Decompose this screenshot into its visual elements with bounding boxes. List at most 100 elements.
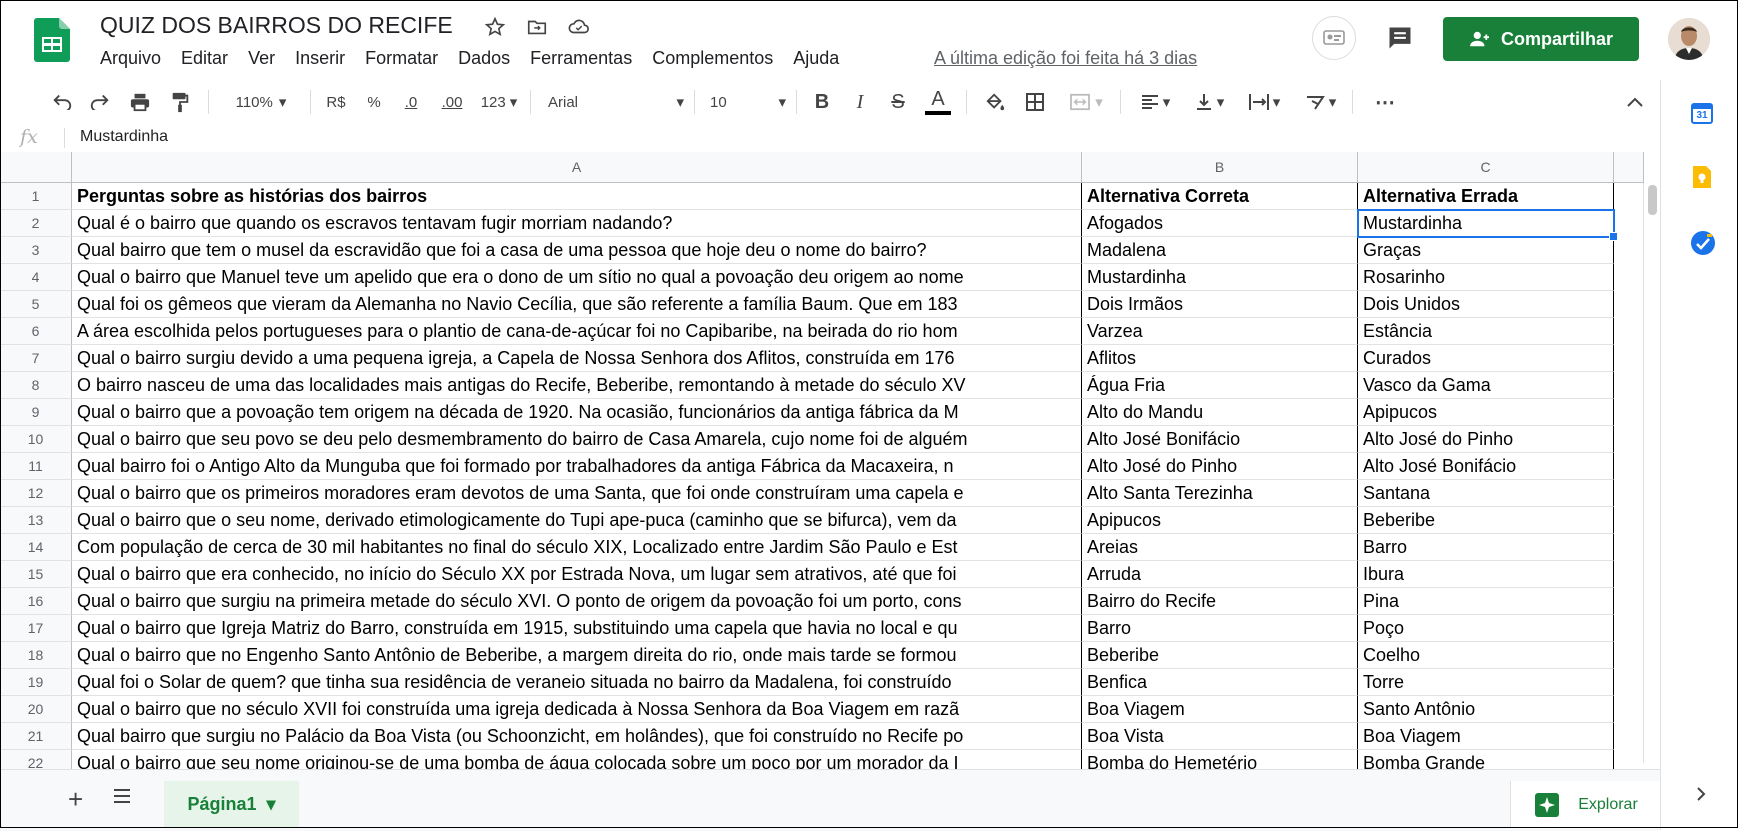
horizontal-align-icon[interactable]: ▾ xyxy=(1132,80,1178,124)
cell-wrong-answer[interactable]: Rosarinho xyxy=(1358,264,1614,291)
cell-wrong-answer[interactable]: Curados xyxy=(1358,345,1614,372)
cell-question[interactable]: Qual o bairro que a povoação tem origem … xyxy=(72,399,1082,426)
menu-editar[interactable]: Editar xyxy=(181,48,228,69)
select-all-corner[interactable] xyxy=(0,152,72,183)
cell-correct-answer[interactable]: Alto José do Pinho xyxy=(1082,453,1358,480)
cell-correct-answer[interactable]: Bomba do Hemetério xyxy=(1082,750,1358,769)
menu-complementos[interactable]: Complementos xyxy=(652,48,773,69)
borders-icon[interactable] xyxy=(1020,80,1050,124)
cell-question[interactable]: Qual o bairro que os primeiros moradores… xyxy=(72,480,1082,507)
row-header[interactable]: 11 xyxy=(0,453,72,480)
cell-correct-answer[interactable]: Beberibe xyxy=(1082,642,1358,669)
column-header-a[interactable]: A xyxy=(72,152,1082,183)
all-sheets-icon[interactable] xyxy=(112,788,132,809)
cell-wrong-answer[interactable]: Pina xyxy=(1358,588,1614,615)
row-header[interactable]: 12 xyxy=(0,480,72,507)
cell-question[interactable]: Qual foi os gêmeos que vieram da Alemanh… xyxy=(72,291,1082,318)
row-header[interactable]: 6 xyxy=(0,318,72,345)
cell-wrong-answer[interactable]: Barro xyxy=(1358,534,1614,561)
more-formats-button[interactable]: 123 ▾ xyxy=(476,80,522,124)
menu-arquivo[interactable]: Arquivo xyxy=(100,48,161,69)
percent-format-button[interactable]: % xyxy=(360,80,388,124)
cell-wrong-answer[interactable]: Graças xyxy=(1358,237,1614,264)
row-header[interactable]: 19 xyxy=(0,669,72,696)
tasks-icon[interactable] xyxy=(1690,230,1716,261)
paint-format-icon[interactable] xyxy=(166,80,194,124)
cell-wrong-answer[interactable]: Torre xyxy=(1358,669,1614,696)
cell-question[interactable]: Qual bairro foi o Antigo Alto da Munguba… xyxy=(72,453,1082,480)
move-folder-icon[interactable] xyxy=(524,14,550,40)
row-header[interactable]: 4 xyxy=(0,264,72,291)
text-color-icon[interactable]: A xyxy=(922,80,954,124)
more-options-icon[interactable]: ⋯ xyxy=(1370,80,1400,124)
row-header[interactable]: 1 xyxy=(0,183,72,210)
row-header[interactable]: 5 xyxy=(0,291,72,318)
sheet-tab-pagina1[interactable]: Página1 ▾ xyxy=(164,781,299,828)
sheets-logo-icon[interactable] xyxy=(34,18,70,62)
cell-question[interactable]: Qual o bairro que seu nome originou-se d… xyxy=(72,750,1082,769)
cell-question[interactable]: Qual o bairro que no Engenho Santo Antôn… xyxy=(72,642,1082,669)
row-header[interactable]: 17 xyxy=(0,615,72,642)
cell-question[interactable]: Qual bairro que surgiu no Palácio da Boa… xyxy=(72,723,1082,750)
cell-wrong-answer[interactable]: Apipucos xyxy=(1358,399,1614,426)
column-header-b[interactable]: B xyxy=(1082,152,1358,183)
currency-format-button[interactable]: R$ xyxy=(320,80,352,124)
meet-present-button[interactable] xyxy=(1312,16,1356,60)
cell-question[interactable]: Qual o bairro que no século XVII foi con… xyxy=(72,696,1082,723)
cell-correct-answer[interactable]: Bairro do Recife xyxy=(1082,588,1358,615)
menu-dados[interactable]: Dados xyxy=(458,48,510,69)
last-edit-link[interactable]: A última edição foi feita há 3 dias xyxy=(934,48,1197,69)
cell-wrong-answer[interactable]: Beberibe xyxy=(1358,507,1614,534)
share-button[interactable]: Compartilhar xyxy=(1443,17,1639,61)
cell-correct-answer[interactable]: Apipucos xyxy=(1082,507,1358,534)
row-header[interactable]: 18 xyxy=(0,642,72,669)
cell-correct-answer[interactable]: Areias xyxy=(1082,534,1358,561)
vertical-align-icon[interactable]: ▾ xyxy=(1186,80,1232,124)
undo-icon[interactable] xyxy=(48,80,76,124)
cell-correct-answer[interactable]: Mustardinha xyxy=(1082,264,1358,291)
row-header[interactable]: 22 xyxy=(0,750,72,769)
cell-correct-answer[interactable]: Boa Viagem xyxy=(1082,696,1358,723)
text-rotation-icon[interactable]: ▾ xyxy=(1296,80,1344,124)
cell-question[interactable]: Qual o bairro que surgiu na primeira met… xyxy=(72,588,1082,615)
explore-button[interactable]: Explorar xyxy=(1510,781,1661,828)
row-header[interactable]: 3 xyxy=(0,237,72,264)
cell-correct-answer[interactable]: Alto José Bonifácio xyxy=(1082,426,1358,453)
bold-icon[interactable]: B xyxy=(808,80,836,124)
cell-correct-answer[interactable]: Aflitos xyxy=(1082,345,1358,372)
cell-question[interactable]: Qual bairro que tem o musel da escravidã… xyxy=(72,237,1082,264)
row-header[interactable]: 8 xyxy=(0,372,72,399)
print-icon[interactable] xyxy=(126,80,154,124)
decrease-decimal-button[interactable]: .0 xyxy=(396,80,426,124)
row-header[interactable]: 10 xyxy=(0,426,72,453)
scrollbar-thumb[interactable] xyxy=(1648,185,1657,215)
menu-ajuda[interactable]: Ajuda xyxy=(793,48,839,69)
cell-correct-answer[interactable]: Barro xyxy=(1082,615,1358,642)
increase-decimal-button[interactable]: .00 xyxy=(434,80,470,124)
cell-question[interactable]: Qual foi o Solar de quem? que tinha sua … xyxy=(72,669,1082,696)
row-header[interactable]: 15 xyxy=(0,561,72,588)
menu-inserir[interactable]: Inserir xyxy=(295,48,345,69)
vertical-scrollbar[interactable] xyxy=(1643,183,1661,763)
row-header[interactable]: 16 xyxy=(0,588,72,615)
italic-icon[interactable]: I xyxy=(846,80,874,124)
cell-question[interactable]: Qual o bairro que Igreja Matriz do Barro… xyxy=(72,615,1082,642)
cell-wrong-answer[interactable]: Ibura xyxy=(1358,561,1614,588)
row-header[interactable]: 20 xyxy=(0,696,72,723)
comments-icon[interactable] xyxy=(1386,24,1414,57)
cell-question[interactable]: Qual o bairro que o seu nome, derivado e… xyxy=(72,507,1082,534)
cell-wrong-answer[interactable]: Alternativa Errada xyxy=(1358,183,1614,210)
cell-wrong-answer[interactable]: Estância xyxy=(1358,318,1614,345)
menu-ferramentas[interactable]: Ferramentas xyxy=(530,48,632,69)
row-header[interactable]: 14 xyxy=(0,534,72,561)
formula-input[interactable]: Mustardinha xyxy=(80,128,168,146)
row-header[interactable]: 2 xyxy=(0,210,72,237)
add-sheet-icon[interactable]: + xyxy=(68,784,83,815)
cell-question[interactable]: A área escolhida pelos portugueses para … xyxy=(72,318,1082,345)
cell-question[interactable]: Qual o bairro que era conhecido, no iníc… xyxy=(72,561,1082,588)
cell-wrong-answer[interactable]: Santana xyxy=(1358,480,1614,507)
side-panel-expand-icon[interactable] xyxy=(1695,786,1707,807)
font-select[interactable]: Arial ▾ xyxy=(548,80,684,124)
cell-wrong-answer[interactable]: Mustardinha xyxy=(1358,210,1614,237)
font-size-select[interactable]: 10 ▾ xyxy=(710,80,786,124)
